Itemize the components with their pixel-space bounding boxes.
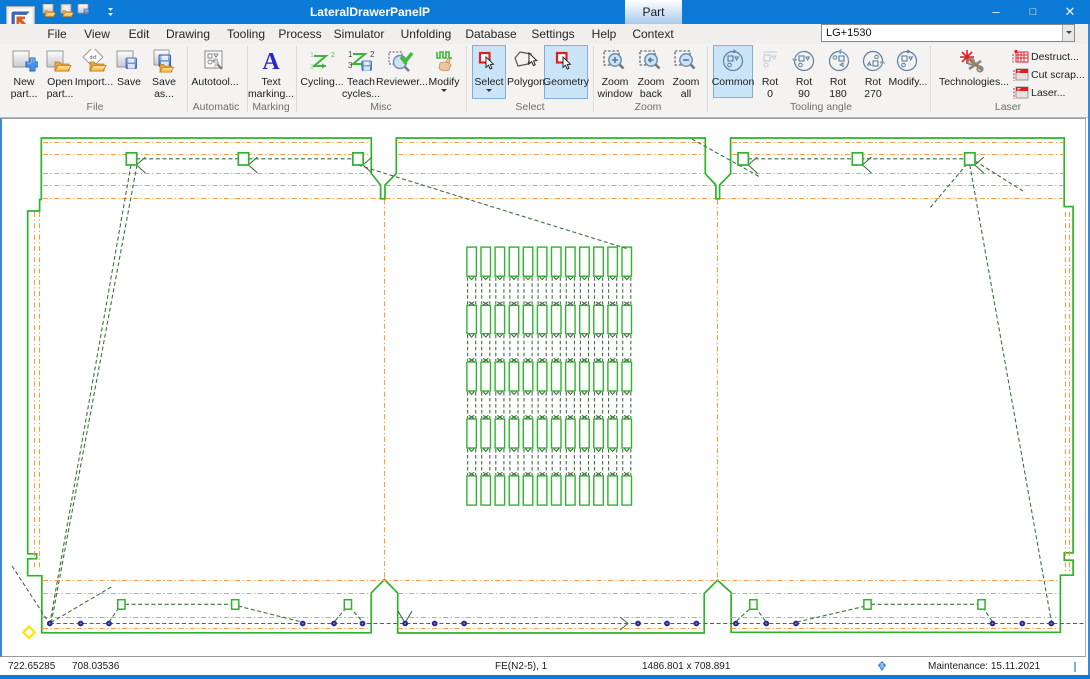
svg-text:dxf: dxf xyxy=(90,55,97,61)
svg-text:2: 2 xyxy=(370,50,375,59)
svg-text:3: 3 xyxy=(310,64,314,71)
svg-text:1: 1 xyxy=(310,52,314,59)
svg-text:1: 1 xyxy=(348,50,353,59)
svg-text:2: 2 xyxy=(331,52,335,59)
svg-text:3: 3 xyxy=(348,61,353,70)
svg-text:A: A xyxy=(262,49,280,73)
